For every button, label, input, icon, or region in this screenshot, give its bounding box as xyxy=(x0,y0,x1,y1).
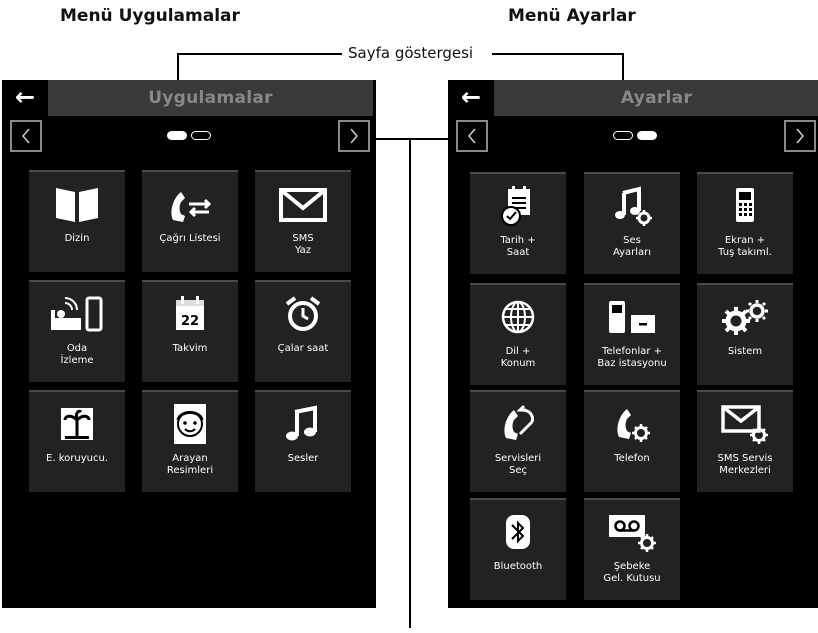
tile-label: Sesler xyxy=(287,453,319,464)
book-icon xyxy=(56,188,98,222)
tile-sms-service-centres[interactable]: SMS Servis Merkezleri xyxy=(697,390,793,492)
screen-title: Uygulamalar xyxy=(148,88,273,108)
tile-label: Şebeke Gel. Kutusu xyxy=(603,561,661,584)
page-dot-active xyxy=(167,131,187,140)
tile-system[interactable]: Sistem xyxy=(697,283,793,385)
page-indicator-label: Sayfa göstergesi xyxy=(342,44,480,62)
tile-label: SMS Yaz xyxy=(292,233,314,256)
tile-label: Bluetooth xyxy=(493,561,543,572)
nav-callout-line xyxy=(409,138,411,628)
envelope-icon xyxy=(279,188,327,222)
tile-label: Ses Ayarları xyxy=(612,235,652,258)
voicemail-icon xyxy=(609,515,656,552)
tile-screensaver[interactable]: E. koruyucu. xyxy=(29,390,125,492)
back-button[interactable]: ← xyxy=(454,82,488,112)
page-indicator xyxy=(448,131,818,143)
tile-sounds[interactable]: Sesler xyxy=(255,390,351,492)
tile-label: Takvim xyxy=(172,343,208,354)
chevron-right-icon xyxy=(350,128,358,144)
handsets-base-icon xyxy=(609,301,655,333)
chevron-right-icon xyxy=(796,128,804,144)
tile-telephony[interactable]: Telefon xyxy=(584,390,680,492)
tile-label: Oda İzleme xyxy=(60,343,94,366)
next-page-button[interactable] xyxy=(338,120,370,152)
tile-label: Çalar saat xyxy=(277,343,329,354)
tile-label: SMS Servis Merkezleri xyxy=(717,453,773,476)
tile-directory[interactable]: Dizin xyxy=(29,170,125,272)
back-button[interactable]: ← xyxy=(8,82,42,112)
next-page-button[interactable] xyxy=(784,120,816,152)
page-dot-inactive xyxy=(191,131,211,140)
calendar-icon: 22 xyxy=(176,296,204,330)
baby-monitor-icon xyxy=(51,296,103,332)
tile-date-time[interactable]: Tarih + Saat xyxy=(470,172,566,274)
calendar-day-number: 22 xyxy=(181,314,199,329)
tile-label: Dil + Konum xyxy=(500,346,536,369)
face-icon xyxy=(174,404,206,444)
tile-label: Ekran + Tuş takıml. xyxy=(718,235,772,258)
select-services-icon xyxy=(504,404,534,440)
tile-audio-settings[interactable]: Ses Ayarları xyxy=(584,172,680,274)
tile-network-mailbox[interactable]: Şebeke Gel. Kutusu xyxy=(584,498,680,600)
tile-label: Arayan Resimleri xyxy=(166,453,214,476)
tile-display-keypad[interactable]: Ekran + Tuş takıml. xyxy=(697,172,793,274)
tile-label: Telefon xyxy=(614,453,650,464)
phone-settings-icon xyxy=(617,409,650,442)
gears-icon xyxy=(722,300,768,335)
tile-select-services[interactable]: Servisleri Seç xyxy=(470,390,566,492)
alarm-clock-icon xyxy=(285,296,321,331)
tile-handsets-base[interactable]: Telefonlar + Baz istasyonu xyxy=(584,283,680,385)
page-dot-inactive xyxy=(613,131,633,140)
tile-call-list[interactable]: Çağrı Listesi xyxy=(142,170,238,272)
tile-label: Servisleri Seç xyxy=(494,453,542,476)
tile-bluetooth[interactable]: Bluetooth xyxy=(470,498,566,600)
tile-label: Dizin xyxy=(64,233,90,244)
date-time-icon xyxy=(501,186,530,226)
arrow-left-icon: ← xyxy=(460,83,482,111)
sms-centres-icon xyxy=(721,405,768,444)
indicator-callout-line xyxy=(177,53,342,55)
tile-language-location[interactable]: Dil + Konum xyxy=(470,283,566,385)
tile-label: Telefonlar + Baz istasyonu xyxy=(597,346,667,369)
tile-sms-write[interactable]: SMS Yaz xyxy=(255,170,351,272)
globe-icon xyxy=(501,300,535,334)
tile-label: E. koruyucu. xyxy=(46,453,108,464)
tile-caller-pictures[interactable]: Arayan Resimleri xyxy=(142,390,238,492)
sound-settings-icon xyxy=(615,186,652,226)
palm-tree-icon xyxy=(61,408,93,440)
page-indicator xyxy=(2,131,376,143)
caption-settings-menu: Menü Ayarlar xyxy=(508,6,636,26)
tile-room-monitor[interactable]: Oda İzleme xyxy=(29,280,125,382)
bluetooth-icon xyxy=(506,515,530,549)
settings-screen: ← Ayarlar Tarih + Saat Ses Ayarları Ekra… xyxy=(448,80,818,608)
tile-calendar[interactable]: 22 Takvim xyxy=(142,280,238,382)
arrow-left-icon: ← xyxy=(14,83,36,111)
caption-applications-menu: Menü Uygulamalar xyxy=(60,6,240,26)
tile-alarm-clock[interactable]: Çalar saat xyxy=(255,280,351,382)
tile-label: Tarih + Saat xyxy=(500,235,536,258)
display-keypad-icon xyxy=(736,188,754,222)
indicator-callout-line xyxy=(492,53,622,55)
tile-label: Sistem xyxy=(727,346,763,357)
call-list-icon xyxy=(171,192,212,222)
music-note-icon xyxy=(286,405,317,441)
tile-label: Çağrı Listesi xyxy=(159,233,221,244)
page-dot-active xyxy=(637,131,657,140)
applications-screen: ← Uygulamalar Dizin Çağrı Listesi SMS Ya… xyxy=(2,80,376,608)
screen-title: Ayarlar xyxy=(620,88,693,108)
